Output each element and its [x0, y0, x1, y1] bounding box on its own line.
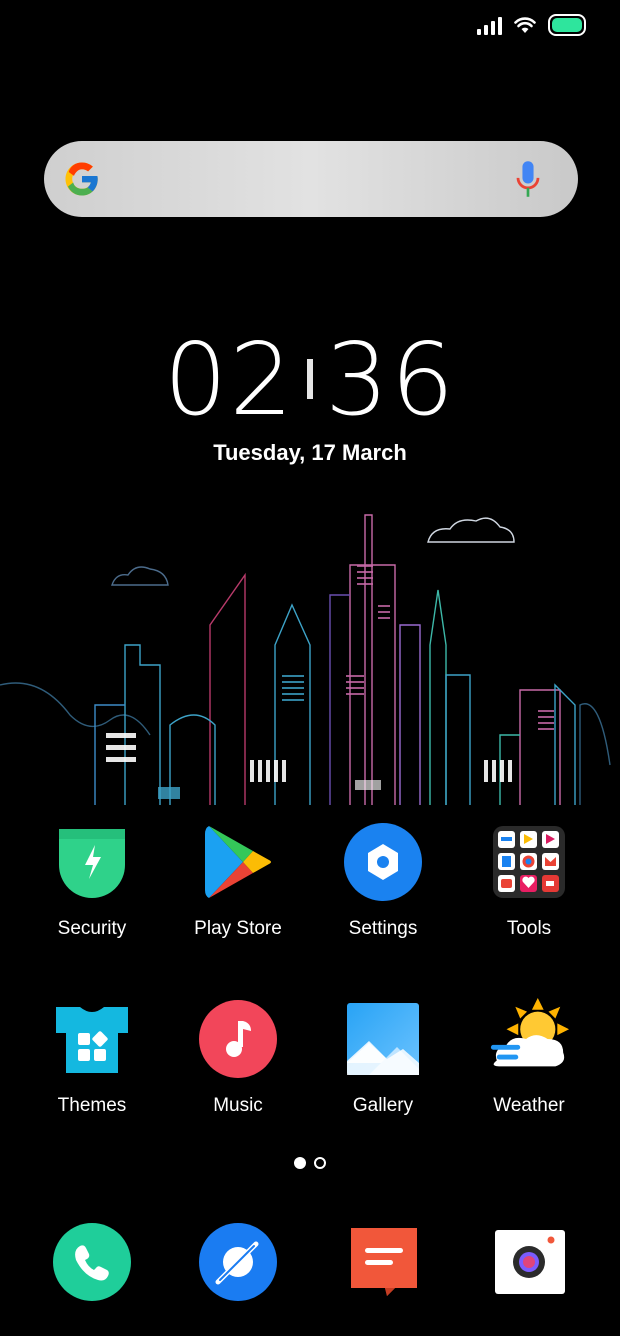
dock-messages[interactable]: [342, 1220, 426, 1304]
folder-icon: [487, 820, 571, 904]
dock-camera[interactable]: [488, 1220, 572, 1304]
app-label: Weather: [493, 1095, 565, 1116]
app-label: Themes: [57, 1095, 127, 1116]
clock-widget[interactable]: 02 36: [0, 330, 620, 430]
camera-icon: [495, 1230, 565, 1294]
microphone-icon[interactable]: [514, 159, 542, 199]
home-screen: 02 36 Tuesday, 17 March Security Play St…: [0, 0, 620, 1336]
page-dot-2[interactable]: [314, 1157, 326, 1169]
app-label: Music: [213, 1095, 263, 1116]
dock-browser[interactable]: [196, 1220, 280, 1304]
app-label: Security: [57, 918, 127, 939]
app-label: Tools: [506, 918, 552, 939]
app-tools-folder[interactable]: Tools: [464, 820, 594, 940]
tshirt-icon: [50, 997, 134, 1081]
app-security[interactable]: Security: [27, 820, 157, 940]
battery-icon: [548, 14, 586, 36]
page-indicator[interactable]: [0, 1157, 620, 1169]
google-logo-icon: [65, 162, 98, 196]
city-skyline-wallpaper: [0, 514, 611, 805]
app-themes[interactable]: Themes: [27, 997, 157, 1117]
app-label: Settings: [348, 918, 418, 939]
app-gallery[interactable]: Gallery: [318, 997, 448, 1117]
app-music[interactable]: Music: [173, 997, 303, 1117]
clock-hours: 02: [163, 321, 295, 438]
wifi-icon: [514, 17, 536, 33]
page-dot-1[interactable]: [294, 1157, 306, 1169]
app-label: Gallery: [352, 1095, 414, 1116]
dock-phone[interactable]: [50, 1220, 134, 1304]
play-store-icon: [196, 820, 280, 904]
phone-icon: [53, 1223, 131, 1301]
music-note-icon: [196, 997, 280, 1081]
google-search-bar[interactable]: [44, 141, 578, 217]
battery-level: [552, 18, 582, 32]
app-play-store[interactable]: Play Store: [173, 820, 303, 940]
shield-lightning-icon: [50, 820, 134, 904]
app-settings[interactable]: Settings: [318, 820, 448, 940]
app-label: Play Store: [194, 918, 282, 939]
browser-icon: [199, 1223, 277, 1301]
sun-cloud-icon: [487, 997, 571, 1081]
clock-minutes: 36: [325, 321, 457, 438]
clock-separator: [307, 358, 313, 399]
date-label: Tuesday, 17 March: [213, 440, 407, 465]
signal-icon: [477, 15, 502, 35]
gear-icon: [341, 820, 425, 904]
app-weather[interactable]: Weather: [464, 997, 594, 1117]
status-bar: [477, 14, 586, 36]
mountain-image-icon: [341, 997, 425, 1081]
message-icon: [351, 1228, 417, 1296]
